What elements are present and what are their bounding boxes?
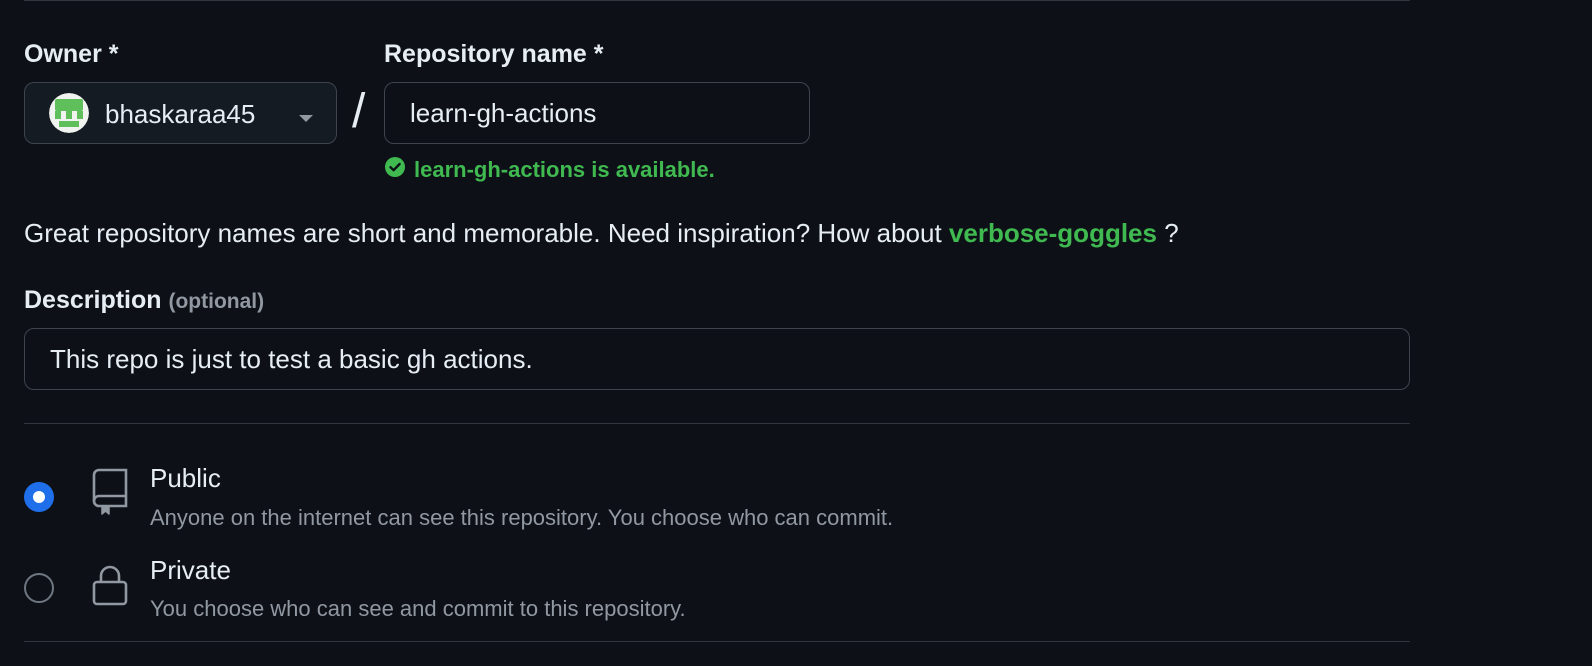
- repository-name-label: Repository name *: [384, 40, 604, 68]
- availability-text: learn-gh-actions is available.: [414, 157, 715, 182]
- owner-dropdown[interactable]: bhaskaraa45: [24, 82, 337, 144]
- description-label-text: Description: [24, 286, 162, 314]
- suggested-name-link[interactable]: verbose-goggles: [949, 218, 1157, 248]
- hint-suffix: ?: [1156, 218, 1179, 248]
- owner-label: Owner *: [24, 40, 119, 68]
- repository-name-input[interactable]: [384, 82, 810, 144]
- top-divider: [24, 0, 1410, 1]
- avatar: [49, 93, 89, 133]
- private-option-title: Private: [150, 555, 231, 585]
- public-option-title: Public: [150, 463, 221, 493]
- private-option-description: You choose who can see and commit to thi…: [150, 596, 686, 621]
- public-radio[interactable]: [24, 482, 54, 512]
- chevron-down-icon: [298, 111, 314, 129]
- check-circle-icon: [384, 156, 406, 184]
- private-radio[interactable]: [24, 573, 54, 603]
- repository-name-hint: Great repository names are short and mem…: [24, 218, 1179, 249]
- owner-name: bhaskaraa45: [105, 99, 256, 129]
- description-label: Description (optional): [24, 286, 264, 315]
- public-option-description: Anyone on the internet can see this repo…: [150, 505, 894, 530]
- availability-message: learn-gh-actions is available.: [384, 156, 715, 184]
- hint-prefix: Great repository names are short and mem…: [24, 218, 949, 248]
- description-input[interactable]: [24, 328, 1410, 390]
- bottom-divider: [24, 641, 1410, 642]
- repo-icon: [90, 468, 130, 523]
- lock-icon: [90, 564, 130, 613]
- optional-tag: (optional): [168, 290, 265, 313]
- owner-repo-separator: /: [352, 85, 366, 138]
- section-divider: [24, 423, 1410, 424]
- new-repository-form: Owner * bhaskaraa45 / Repository name *: [0, 0, 1592, 666]
